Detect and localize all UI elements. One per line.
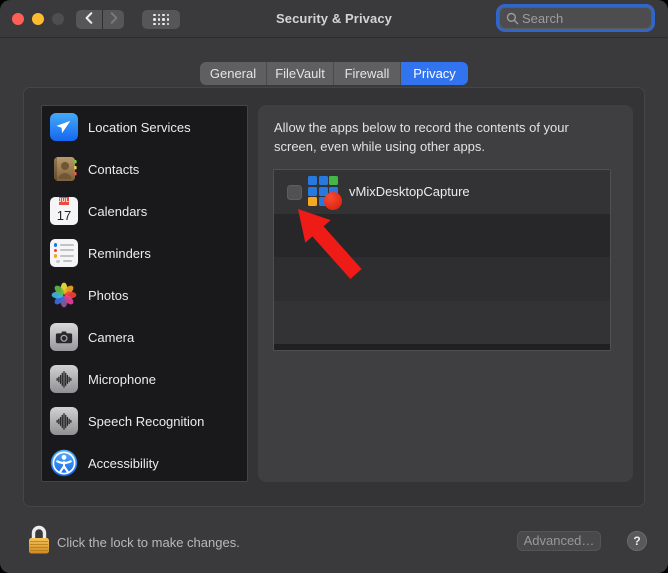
sidebar-item-label: Photos <box>88 287 129 303</box>
app-list-remainder <box>274 344 610 350</box>
calendar-day: 17 <box>56 207 72 223</box>
titlebar: Security & Privacy <box>0 0 668 38</box>
location-services-icon <box>50 113 78 141</box>
sidebar-item-speech-recognition[interactable]: Speech Recognition <box>42 400 247 442</box>
advanced-button[interactable]: Advanced… <box>517 531 601 551</box>
search-icon <box>506 12 519 25</box>
camera-icon <box>50 323 78 351</box>
sidebar-item-label: Location Services <box>88 119 191 135</box>
search-field[interactable] <box>499 7 652 29</box>
sidebar-item-label: Camera <box>88 329 135 345</box>
app-row-empty <box>274 213 610 257</box>
speech-recognition-icon <box>50 407 78 435</box>
vmix-app-checkbox[interactable] <box>287 185 302 200</box>
reminders-icon <box>50 239 78 267</box>
security-privacy-window: Security & Privacy General FileVault Fir… <box>0 0 668 573</box>
sidebar-item-microphone[interactable]: Microphone <box>42 358 247 400</box>
sidebar-item-label: Calendars <box>88 203 148 219</box>
app-row-empty <box>274 257 610 301</box>
sidebar-item-contacts[interactable]: Contacts <box>42 148 247 190</box>
app-row[interactable]: vMixDesktopCapture <box>274 170 610 214</box>
tab-filevault[interactable]: FileVault <box>267 62 334 85</box>
microphone-icon <box>50 365 78 393</box>
calendars-icon: JUL 17 <box>50 197 78 225</box>
lock-hint-text: Click the lock to make changes. <box>57 535 240 550</box>
sidebar-item-photos[interactable]: Photos <box>42 274 247 316</box>
lock-icon <box>26 525 52 561</box>
calendar-month: JUL <box>58 197 70 205</box>
sidebar-item-label: Contacts <box>88 161 140 177</box>
tab-general[interactable]: General <box>200 62 267 85</box>
sidebar-item-location-services[interactable]: Location Services <box>42 106 247 148</box>
tab-privacy[interactable]: Privacy <box>401 62 468 85</box>
contacts-icon <box>50 155 78 183</box>
screen-recording-pane: Allow the apps below to record the conte… <box>258 105 633 482</box>
privacy-pane: Location Services Contacts JUL 17 Calend… <box>23 87 645 507</box>
sidebar-item-label: Accessibility <box>88 455 159 471</box>
sidebar-item-camera[interactable]: Camera <box>42 316 247 358</box>
search-input[interactable] <box>522 10 645 26</box>
photos-icon <box>50 281 78 309</box>
app-row-empty <box>274 300 610 344</box>
tab-firewall[interactable]: Firewall <box>334 62 401 85</box>
pane-description: Allow the apps below to record the conte… <box>274 118 569 156</box>
sidebar-item-accessibility[interactable]: Accessibility <box>42 442 247 481</box>
sidebar-item-label: Reminders <box>88 245 151 261</box>
lock-button[interactable] <box>26 522 52 558</box>
app-name: vMixDesktopCapture <box>349 184 470 199</box>
accessibility-icon <box>50 449 78 477</box>
pane-description-line2: screen, even while using other apps. <box>274 139 486 154</box>
sidebar-item-reminders[interactable]: Reminders <box>42 232 247 274</box>
pane-description-line1: Allow the apps below to record the conte… <box>274 120 569 135</box>
tab-bar: General FileVault Firewall Privacy <box>200 62 468 85</box>
vmix-app-icon <box>307 175 342 210</box>
help-button[interactable]: ? <box>627 531 647 551</box>
sidebar-item-label: Microphone <box>88 371 156 387</box>
sidebar-item-calendars[interactable]: JUL 17 Calendars <box>42 190 247 232</box>
privacy-category-list: Location Services Contacts JUL 17 Calend… <box>41 105 248 482</box>
sidebar-item-label: Speech Recognition <box>88 413 205 429</box>
allowed-apps-list: vMixDesktopCapture <box>273 169 611 351</box>
